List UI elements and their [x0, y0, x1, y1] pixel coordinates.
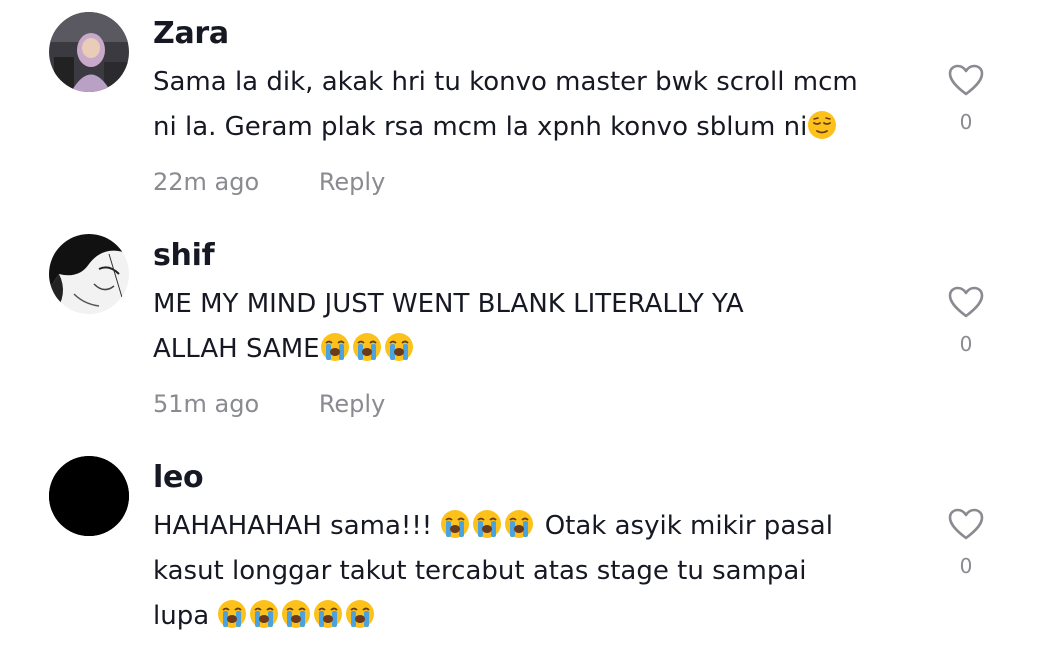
like-button[interactable]: 0	[946, 64, 986, 134]
heart-icon	[948, 64, 984, 96]
avatar[interactable]	[49, 12, 129, 92]
comment-line: Otak asyik mikir pasal	[536, 511, 833, 541]
user-sketch-icon	[49, 234, 129, 314]
comment-line: kasut longgar takut tercabut atas stage …	[153, 556, 807, 586]
avatar[interactable]	[49, 234, 129, 314]
comment-text: HAHAHAHAH sama!!! Otak asyik mikir pasal…	[153, 504, 913, 639]
loudly-crying-face-icon	[250, 600, 279, 628]
loudly-crying-face-icon	[282, 600, 311, 628]
comment-line: HAHAHAHAH sama!!!	[153, 511, 441, 541]
avatar[interactable]	[49, 456, 129, 536]
loudly-crying-face-icon	[320, 333, 349, 361]
like-count: 0	[959, 110, 973, 134]
loudly-crying-face-icon	[346, 600, 375, 628]
loudly-crying-face-icon	[218, 600, 247, 628]
user-photo-icon	[49, 12, 129, 92]
loudly-crying-face-icon	[505, 510, 534, 538]
comment-meta: 51m ago Reply	[153, 390, 385, 418]
heart-icon	[948, 286, 984, 318]
relieved-face-icon	[808, 111, 837, 139]
comment-line: ni la. Geram plak rsa mcm la xpnh konvo …	[153, 112, 808, 142]
timestamp: 51m ago	[153, 390, 260, 418]
reply-button[interactable]: Reply	[319, 390, 385, 418]
reply-button[interactable]: Reply	[319, 168, 385, 196]
timestamp: 22m ago	[153, 168, 260, 196]
username[interactable]: shif	[153, 238, 215, 273]
heart-icon	[948, 508, 984, 540]
comment-line: ME MY MIND JUST WENT BLANK LITERALLY YA	[153, 289, 744, 319]
like-button[interactable]: 0	[946, 508, 986, 578]
like-button[interactable]: 0	[946, 286, 986, 356]
loudly-crying-face-icon	[314, 600, 343, 628]
comment-line: lupa	[153, 601, 218, 631]
like-count: 0	[959, 332, 973, 356]
comment-line: Sama la dik, akak hri tu konvo master bw…	[153, 67, 858, 97]
like-count: 0	[959, 554, 973, 578]
loudly-crying-face-icon	[441, 510, 470, 538]
loudly-crying-face-icon	[384, 333, 413, 361]
comment-text: Sama la dik, akak hri tu konvo master bw…	[153, 60, 913, 150]
username[interactable]: Zara	[153, 16, 229, 51]
comment-line: ALLAH SAME	[153, 334, 320, 364]
user-placeholder-icon	[49, 456, 129, 536]
loudly-crying-face-icon	[473, 510, 502, 538]
comment-text: ME MY MIND JUST WENT BLANK LITERALLY YA …	[153, 282, 913, 372]
comment-meta: 22m ago Reply	[153, 168, 385, 196]
loudly-crying-face-icon	[352, 333, 381, 361]
username[interactable]: leo	[153, 460, 204, 495]
